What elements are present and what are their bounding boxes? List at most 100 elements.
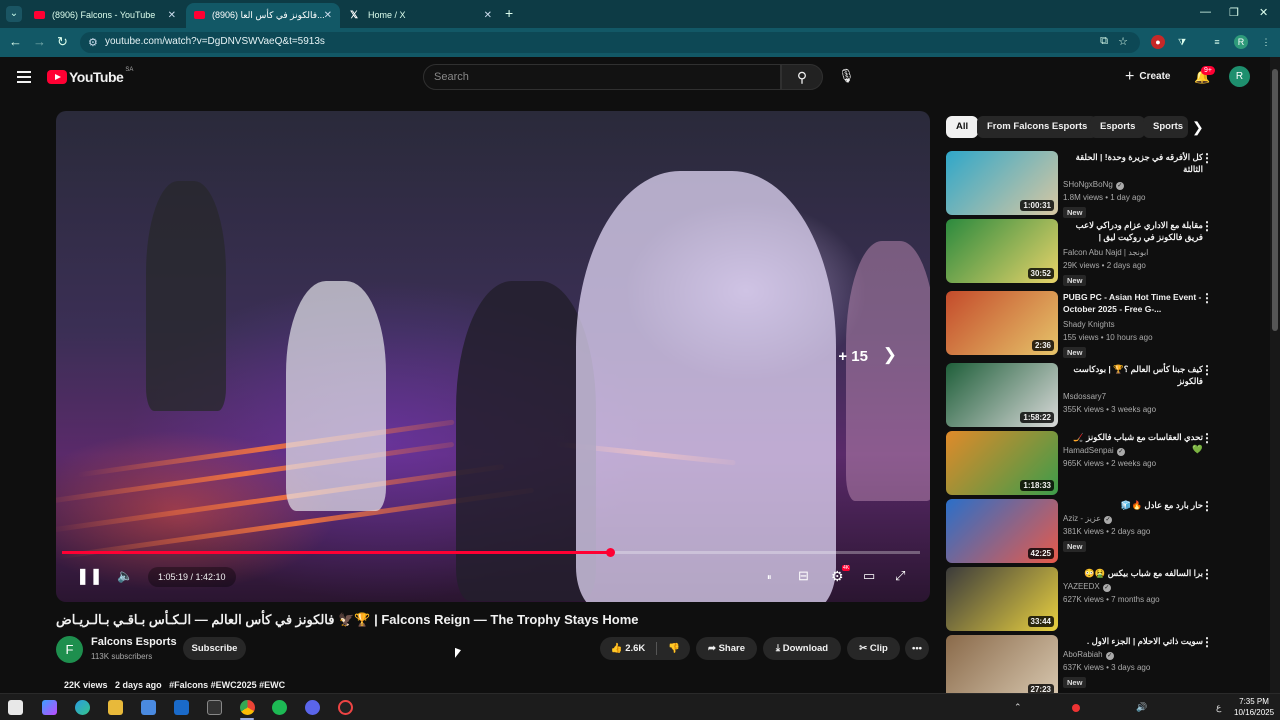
account-avatar[interactable]: R — [1229, 66, 1250, 87]
recommended-video-title[interactable]: PUBG PC - Asian Hot Time Event - October… — [1063, 291, 1203, 315]
recommended-channel[interactable]: Aziz - عزيز ✓ — [1063, 514, 1113, 524]
extension-icon[interactable]: ● — [1151, 35, 1165, 49]
video-thumbnail[interactable]: 33:44 — [946, 567, 1058, 631]
back-button[interactable]: ← — [9, 34, 22, 49]
close-icon[interactable]: ✕ — [168, 3, 176, 28]
more-vertical-icon[interactable]: ⋮ — [1201, 219, 1213, 233]
volume-icon[interactable]: 🔈 — [117, 568, 133, 584]
more-vertical-icon[interactable]: ⋮ — [1201, 363, 1213, 377]
recommended-video[interactable]: 30:52 مقابلة مع الاداري عزام ودراكي لاعب … — [946, 219, 1221, 286]
file-explorer-icon[interactable] — [108, 700, 123, 715]
recommended-channel[interactable]: SHoNgxBoNg ✓ — [1063, 180, 1124, 190]
next-count[interactable]: + 15 — [838, 348, 868, 365]
search-button[interactable]: ⚲ — [781, 64, 823, 90]
chip-esports[interactable]: Esports — [1090, 116, 1146, 138]
app-icon[interactable] — [338, 700, 353, 715]
microsoft-store-icon[interactable] — [141, 700, 156, 715]
chrome-icon[interactable] — [240, 700, 255, 715]
restore-button[interactable]: ❐ — [1229, 6, 1239, 19]
youtube-logo[interactable]: YouTube SA — [47, 67, 133, 85]
recommended-channel[interactable]: Msdossary7 — [1063, 392, 1106, 401]
page-scrollbar[interactable] — [1270, 57, 1280, 693]
microphone-icon[interactable]: 🎙 — [838, 68, 855, 84]
browser-tab-x[interactable]: 𝕏 Home / X ✕ — [342, 3, 500, 28]
recommended-video[interactable]: 1:18:33 تحدي العقاسات مع شباب فالكونز 🏒💚 H… — [946, 431, 1221, 495]
install-app-icon[interactable]: ⧉ — [1100, 35, 1108, 48]
scrollbar-thumb[interactable] — [1272, 69, 1278, 331]
create-button[interactable]: + Create — [1125, 65, 1170, 89]
tab-search-button[interactable]: ⌄ — [6, 6, 22, 22]
more-actions-button[interactable]: ••• — [905, 637, 929, 660]
recommended-video[interactable]: 33:44 برا السالفه مع شباب بيكس 🤮😳 YAZEEDX ✓… — [946, 567, 1221, 631]
channel-name[interactable]: Falcons Esports — [91, 636, 177, 648]
recommended-channel[interactable]: YAZEEDX ✓ — [1063, 582, 1111, 592]
menu-icon[interactable] — [17, 71, 31, 86]
chevron-up-icon[interactable]: ⌃ — [1014, 702, 1022, 713]
video-thumbnail[interactable]: 27:23 — [946, 635, 1058, 699]
bookmark-star-icon[interactable]: ☆ — [1118, 35, 1128, 48]
download-button[interactable]: ⤓ Download — [763, 637, 841, 660]
new-tab-button[interactable]: + — [505, 5, 513, 21]
tray-app-icon[interactable] — [1072, 704, 1080, 712]
video-thumbnail[interactable]: 2:36 — [946, 291, 1058, 355]
progress-bar[interactable] — [62, 548, 920, 557]
more-vertical-icon[interactable]: ⋮ — [1201, 635, 1213, 649]
close-icon[interactable]: ✕ — [324, 3, 332, 28]
channel-avatar[interactable]: F — [56, 636, 83, 663]
recommended-video[interactable]: 2:36 PUBG PC - Asian Hot Time Event - Oct… — [946, 291, 1221, 358]
subtitles-icon[interactable]: ⊟ — [798, 568, 809, 584]
more-vertical-icon[interactable]: ⋮ — [1201, 291, 1213, 305]
speaker-icon[interactable]: 🔊 — [1136, 702, 1147, 713]
extensions-puzzle-icon[interactable]: ⧩ — [1175, 35, 1189, 49]
chevron-right-icon[interactable]: ❯ — [883, 345, 897, 365]
browser-tab-video[interactable]: (8906) فالكونز في كأس العا... ✕ — [186, 3, 340, 28]
window-close-button[interactable]: ✕ — [1259, 6, 1268, 19]
recommended-channel[interactable]: Shady Knights — [1063, 320, 1115, 329]
recommended-channel[interactable]: AboRabiah ✓ — [1063, 650, 1114, 660]
video-thumbnail[interactable]: 1:58:22 — [946, 363, 1058, 427]
video-player[interactable]: + 15 ❯ ❚❚ 🔈 1:05:19 / 1:42:10 ⏸ ⊟ ⚙ 4K ▭… — [56, 111, 930, 602]
share-button[interactable]: ➦ Share — [696, 637, 757, 660]
system-clock[interactable]: 7:35 PM 10/16/2025 — [1234, 696, 1274, 718]
autoplay-toggle-icon[interactable]: ⏸ — [767, 572, 772, 583]
video-thumbnail[interactable]: 1:00:31 — [946, 151, 1058, 215]
video-thumbnail[interactable]: 1:18:33 — [946, 431, 1058, 495]
settings-gear-icon[interactable]: ⚙ — [831, 568, 844, 585]
recommended-video-title[interactable]: حار بارد مع عادل 🔥🧊 — [1063, 499, 1203, 511]
recommended-channel[interactable]: HamadSenpai ✓ — [1063, 446, 1125, 456]
language-indicator[interactable]: ع — [1216, 702, 1221, 713]
forward-button[interactable]: → — [33, 34, 46, 49]
browser-menu-icon[interactable]: ⋮ — [1259, 35, 1273, 49]
reload-button[interactable]: ↻ — [57, 34, 68, 50]
pause-icon[interactable]: ❚❚ — [76, 566, 103, 586]
recommended-video-title[interactable]: مقابلة مع الاداري عزام ودراكي لاعب فريق … — [1063, 219, 1203, 244]
chip-sports[interactable]: Sports — [1143, 116, 1188, 138]
minimize-button[interactable]: — — [1200, 6, 1211, 18]
hashtags[interactable]: #Falcons #EWC2025 #EWC — [169, 680, 285, 690]
address-bar[interactable]: ⚙ youtube.com/watch?v=DgDNVSWVaeQ&t=5913… — [80, 32, 1140, 53]
spotify-icon[interactable] — [272, 700, 287, 715]
more-vertical-icon[interactable]: ⋮ — [1201, 499, 1213, 513]
recommended-video-title[interactable]: برا السالفه مع شباب بيكس 🤮😳 — [1063, 567, 1203, 579]
recommended-video-title[interactable]: كيف جبنا كأس العالم ؟🏆 | بودكاست فالكونز — [1063, 363, 1203, 387]
video-thumbnail[interactable]: 30:52 — [946, 219, 1058, 283]
like-button[interactable]: 👍 2.6K — [600, 637, 656, 660]
chip-from-channel[interactable]: From Falcons Esports — [977, 116, 1098, 138]
recommended-video[interactable]: 1:58:22 كيف جبنا كأس العالم ؟🏆 | بودكاست … — [946, 363, 1221, 427]
discord-icon[interactable] — [305, 700, 320, 715]
recommended-video[interactable]: 27:23 سويت ذاتي الاحلام | الجزء الاول . Ab… — [946, 635, 1221, 699]
outlook-icon[interactable] — [174, 700, 189, 715]
chevron-right-icon[interactable]: ❯ — [1192, 119, 1204, 136]
subscribe-button[interactable]: Subscribe — [183, 637, 246, 660]
media-controls-icon[interactable]: ≡ — [1210, 35, 1224, 49]
recommended-video-title[interactable]: سويت ذاتي الاحلام | الجزء الاول . — [1063, 635, 1203, 647]
more-vertical-icon[interactable]: ⋮ — [1201, 567, 1213, 581]
browser-tab-falcons[interactable]: (8906) Falcons - YouTube ✕ — [26, 3, 184, 28]
recommended-video[interactable]: 42:25 حار بارد مع عادل 🔥🧊 Aziz - عزيز ✓ 381K… — [946, 499, 1221, 563]
copilot-icon[interactable] — [42, 700, 57, 715]
recommended-video[interactable]: 1:00:31 كل الأفرقه في جزيرة وحدة! | الحلق… — [946, 151, 1221, 218]
more-vertical-icon[interactable]: ⋮ — [1201, 431, 1213, 445]
recommended-video-title[interactable]: كل الأفرقه في جزيرة وحدة! | الحلقة الثال… — [1063, 151, 1203, 175]
clip-button[interactable]: ✂ Clip — [847, 637, 900, 660]
recommended-channel[interactable]: Falcon Abu Najd | ابونجد — [1063, 248, 1148, 257]
